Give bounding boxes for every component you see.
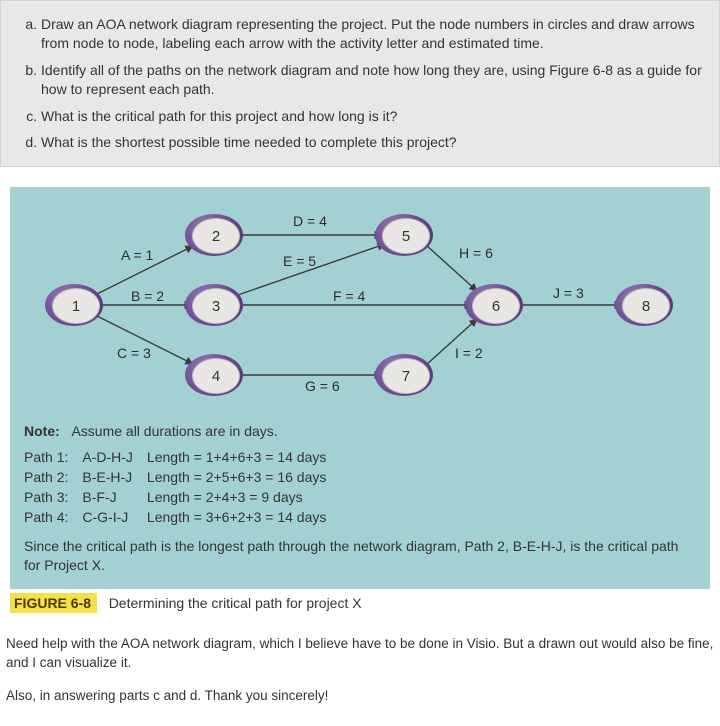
- question-b: Identify all of the paths on the network…: [41, 57, 703, 103]
- figure-caption: FIGURE 6-8 Determining the critical path…: [10, 595, 710, 611]
- path-row: Path 4: C-G-I-J Length = 3+6+2+3 = 14 da…: [24, 507, 401, 527]
- conclusion-text: Since the critical path is the longest p…: [24, 537, 696, 575]
- path-name: A-D-H-J: [82, 447, 147, 467]
- edge-label-E: E = 5: [283, 253, 316, 269]
- path-label: Path 4:: [24, 507, 82, 527]
- figure-caption-text: Determining the critical path for projec…: [109, 595, 362, 611]
- edge-label-A: A = 1: [121, 247, 153, 263]
- path-length: Length = 2+4+3 = 9 days: [147, 487, 401, 507]
- user-note-2: Also, in answering parts c and d. Thank …: [6, 687, 714, 706]
- paths-table: Path 1: A-D-H-J Length = 1+4+6+3 = 14 da…: [24, 447, 401, 527]
- question-d: What is the shortest possible time neede…: [41, 129, 703, 156]
- node-5: 5: [382, 218, 428, 252]
- edge-label-D: D = 4: [293, 213, 327, 229]
- node-7: 7: [382, 358, 428, 392]
- node-4: 4: [192, 358, 238, 392]
- edge-label-B: B = 2: [131, 288, 164, 304]
- figure-note: Note: Assume all durations are in days.: [24, 423, 696, 439]
- node-6: 6: [472, 288, 518, 322]
- path-row: Path 1: A-D-H-J Length = 1+4+6+3 = 14 da…: [24, 447, 401, 467]
- diagram-edges: [35, 205, 685, 405]
- user-note-1: Need help with the AOA network diagram, …: [6, 635, 714, 673]
- edge-label-C: C = 3: [117, 345, 151, 361]
- path-label: Path 2:: [24, 467, 82, 487]
- path-row: Path 2: B-E-H-J Length = 2+5+6+3 = 16 da…: [24, 467, 401, 487]
- path-label: Path 1:: [24, 447, 82, 467]
- path-name: B-F-J: [82, 487, 147, 507]
- node-2: 2: [192, 218, 238, 252]
- figure-tag: FIGURE 6-8: [10, 593, 97, 613]
- edge-label-J: J = 3: [553, 285, 584, 301]
- path-length: Length = 3+6+2+3 = 14 days: [147, 507, 401, 527]
- edge-label-H: H = 6: [459, 245, 493, 261]
- question-list: Draw an AOA network diagram representing…: [0, 0, 720, 167]
- path-label: Path 3:: [24, 487, 82, 507]
- edge-label-F: F = 4: [333, 288, 365, 304]
- edge-label-G: G = 6: [305, 378, 340, 394]
- node-8: 8: [622, 288, 668, 322]
- node-1: 1: [52, 288, 98, 322]
- edge-label-I: I = 2: [455, 345, 483, 361]
- path-name: C-G-I-J: [82, 507, 147, 527]
- path-row: Path 3: B-F-J Length = 2+4+3 = 9 days: [24, 487, 401, 507]
- note-prefix: Note:: [24, 423, 60, 439]
- note-text: Assume all durations are in days.: [71, 423, 277, 439]
- node-3: 3: [192, 288, 238, 322]
- path-name: B-E-H-J: [82, 467, 147, 487]
- figure-panel: A = 1 B = 2 C = 3 D = 4 E = 5 F = 4 G = …: [10, 187, 710, 589]
- path-length: Length = 2+5+6+3 = 16 days: [147, 467, 401, 487]
- aoa-network-diagram: A = 1 B = 2 C = 3 D = 4 E = 5 F = 4 G = …: [35, 205, 685, 405]
- path-length: Length = 1+4+6+3 = 14 days: [147, 447, 401, 467]
- question-a: Draw an AOA network diagram representing…: [41, 11, 703, 57]
- user-notes: Need help with the AOA network diagram, …: [0, 635, 720, 706]
- question-c: What is the critical path for this proje…: [41, 103, 703, 130]
